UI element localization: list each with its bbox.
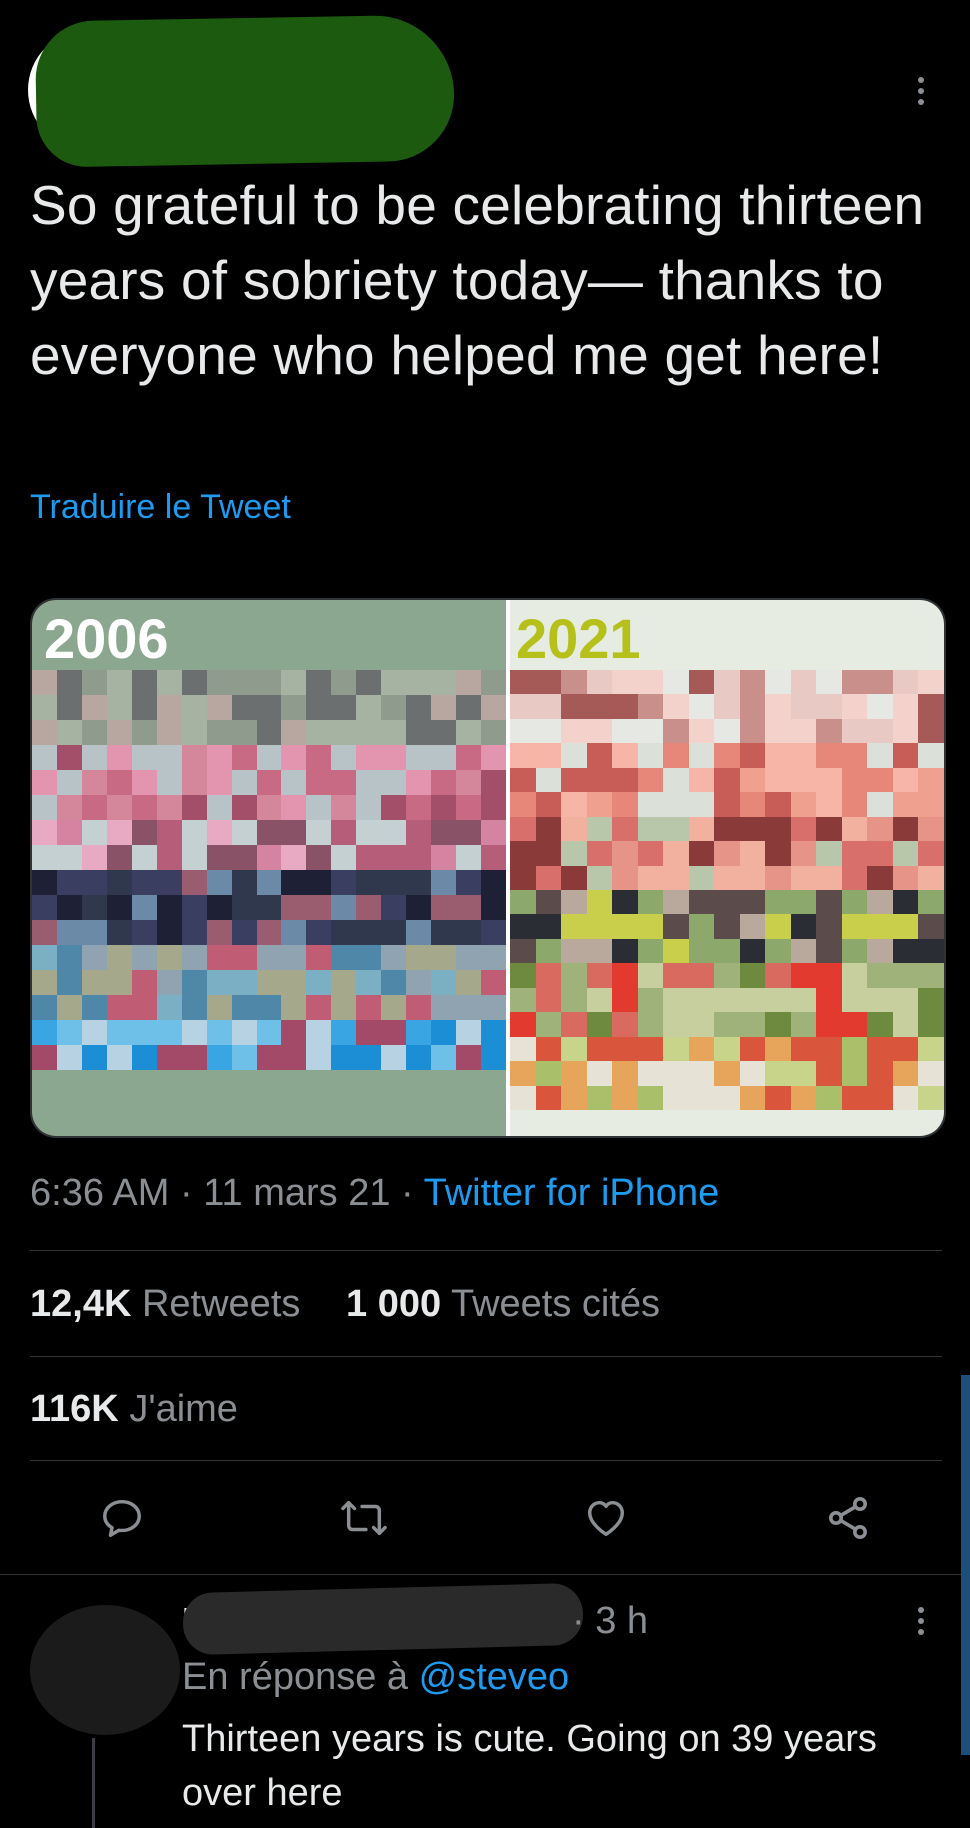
reply-more-options-icon[interactable] (918, 1602, 924, 1640)
reply-button[interactable] (92, 1488, 152, 1548)
likes-stat[interactable]: 116K J'aime (30, 1388, 238, 1431)
tweet-time: 6:36 AM (30, 1172, 170, 1214)
redacted-author-name (34, 14, 456, 168)
divider (0, 1574, 970, 1575)
more-options-icon[interactable] (918, 72, 924, 110)
retweets-stat[interactable]: 12,4K Retweets (30, 1283, 300, 1326)
retweets-count: 12,4K (30, 1283, 132, 1325)
retweets-label: Retweets (141, 1283, 301, 1325)
divider (30, 1250, 942, 1251)
likes-count: 116K (30, 1388, 119, 1430)
quotes-label: Tweets cités (450, 1283, 661, 1325)
photo-year-label-right: 2021 (516, 607, 641, 670)
in-reply-prefix: En réponse à (182, 1656, 409, 1698)
in-reply-handle-link[interactable]: @steveo (419, 1656, 570, 1698)
retweet-button[interactable] (334, 1488, 394, 1548)
tweet-date: 11 mars 21 (203, 1172, 391, 1214)
in-reply-to: En réponse à @steveo (182, 1656, 569, 1699)
retweet-icon (341, 1500, 387, 1536)
heart-icon (587, 1500, 625, 1537)
pixelated-face-2021 (510, 670, 944, 1110)
like-button[interactable] (576, 1488, 636, 1548)
divider (30, 1356, 942, 1357)
scrollbar-thumb[interactable] (961, 1375, 970, 1755)
photo-2021[interactable]: 2021 (510, 600, 944, 1136)
pixelated-face-2006 (32, 670, 506, 1070)
tweet-media[interactable]: 2006 2021 (30, 598, 946, 1138)
tweet-source-link[interactable]: Twitter for iPhone (424, 1172, 720, 1214)
meta-separator: · (401, 1172, 414, 1214)
photo-2006[interactable]: 2006 (32, 600, 506, 1136)
tweet-text: So grateful to be celebrating thirteen y… (30, 174, 925, 386)
share-button[interactable] (818, 1488, 878, 1548)
reply-text: Thirteen years is cute. Going on 39 year… (182, 1718, 877, 1814)
quotes-stat[interactable]: 1 000 Tweets cités (346, 1283, 660, 1326)
thread-line (92, 1738, 95, 1828)
quotes-count: 1 000 (346, 1283, 442, 1325)
divider (30, 1460, 942, 1461)
photo-year-label-left: 2006 (44, 607, 169, 670)
reply-author-avatar[interactable] (30, 1605, 180, 1735)
share-icon (829, 1497, 867, 1539)
tweet-meta: 6:36 AM · 11 mars 21 · Twitter for iPhon… (30, 1172, 719, 1215)
reply-time: · 3 h (572, 1600, 649, 1642)
meta-separator: · (179, 1172, 193, 1214)
likes-label: J'aime (129, 1388, 238, 1430)
redacted-reply-author (182, 1582, 584, 1656)
reply-icon (103, 1499, 141, 1537)
translate-tweet-link[interactable]: Traduire le Tweet (30, 488, 291, 527)
